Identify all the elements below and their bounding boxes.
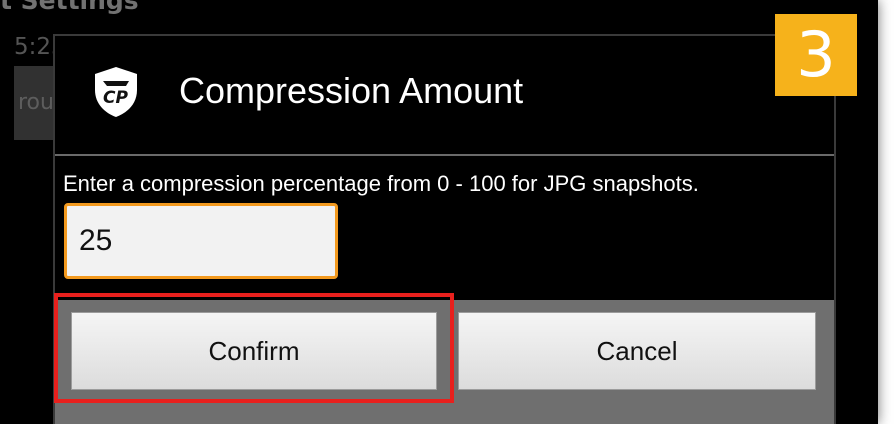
- compression-percentage-input[interactable]: [64, 203, 338, 279]
- svg-text:CP: CP: [103, 88, 128, 108]
- device-screen: t Settings 5:23434 roup Audio Port CP Co…: [0, 0, 878, 424]
- step-number-badge: 3: [775, 14, 857, 96]
- dialog-header: CP Compression Amount: [55, 36, 834, 154]
- dialog-message: Enter a compression percentage from 0 - …: [63, 171, 699, 196]
- screenshot: t Settings 5:23434 roup Audio Port CP Co…: [0, 0, 894, 424]
- cp-shield-logo-icon: CP: [95, 67, 137, 117]
- cancel-button[interactable]: Cancel: [458, 312, 816, 390]
- compression-dialog: CP Compression Amount Enter a compressio…: [53, 34, 836, 424]
- dialog-button-bar: Confirm Cancel: [55, 300, 834, 424]
- dialog-title: Compression Amount: [179, 70, 524, 111]
- confirm-button[interactable]: Confirm: [71, 312, 437, 390]
- header-divider: [55, 154, 834, 156]
